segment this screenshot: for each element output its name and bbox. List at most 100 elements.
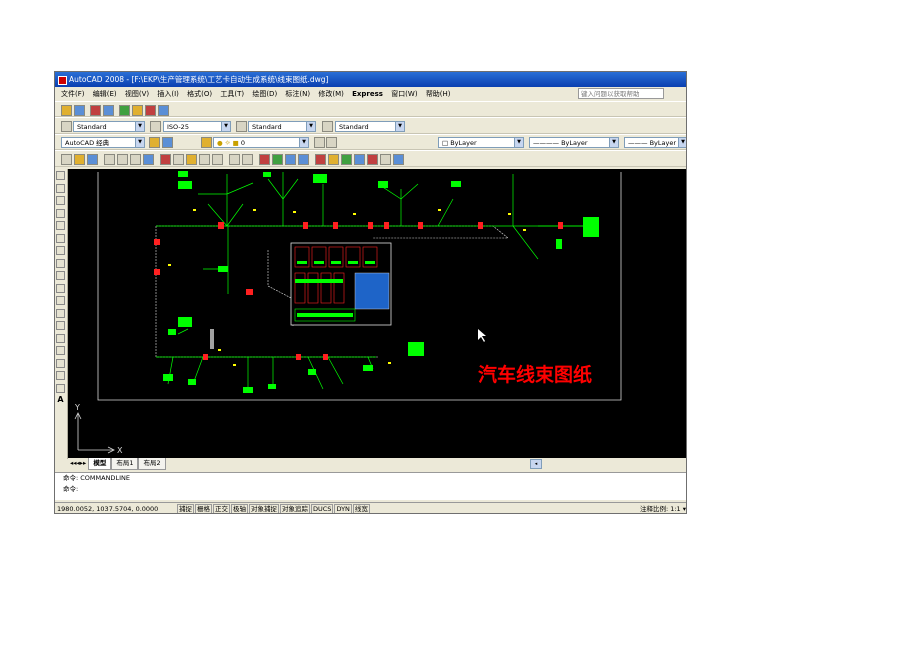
pan-icon[interactable] [259, 154, 270, 165]
paste-icon[interactable] [186, 154, 197, 165]
dim-style-icon[interactable] [150, 121, 161, 132]
point-icon[interactable] [56, 333, 65, 343]
plot-preview-icon[interactable] [117, 154, 128, 165]
toggle-snap[interactable]: 捕捉 [177, 504, 194, 513]
multileader-style-select[interactable]: Standard ▼ [335, 121, 405, 132]
tab-layout1[interactable]: 布局1 [111, 458, 139, 470]
layer-previous-icon[interactable] [326, 137, 337, 148]
publish-icon[interactable] [130, 154, 141, 165]
open-file-icon[interactable] [74, 154, 85, 165]
menu-modify[interactable]: 修改(M) [318, 87, 344, 101]
toggle-lineweight[interactable]: 线宽 [352, 504, 370, 513]
insert-block-icon[interactable] [56, 308, 65, 318]
express-tool-icon[interactable] [74, 105, 85, 116]
menu-dimension[interactable]: 标注(N) [285, 87, 310, 101]
express-tool-icon[interactable] [119, 105, 130, 116]
cut-icon[interactable] [160, 154, 171, 165]
toggle-polar[interactable]: 极轴 [231, 504, 248, 513]
new-file-icon[interactable] [61, 154, 72, 165]
make-block-icon[interactable] [56, 321, 65, 330]
workspace-settings-icon[interactable] [149, 137, 160, 148]
circle-icon[interactable] [56, 246, 65, 255]
region-icon[interactable] [56, 371, 65, 380]
menu-tools[interactable]: 工具(T) [220, 87, 244, 101]
redo-icon[interactable] [242, 154, 253, 165]
save-icon[interactable] [87, 154, 98, 165]
construction-line-icon[interactable] [56, 183, 65, 193]
match-properties-icon[interactable] [199, 154, 210, 165]
line-icon[interactable] [56, 171, 65, 180]
zoom-previous-icon[interactable] [298, 154, 309, 165]
express-tool-icon[interactable] [103, 105, 114, 116]
customize-icon[interactable] [162, 137, 173, 148]
multileader-style-icon[interactable] [322, 121, 333, 132]
drawing-canvas[interactable]: Y X 汽车线束图纸 [68, 169, 686, 460]
markup-icon[interactable] [367, 154, 378, 165]
ellipse-arc-icon[interactable] [56, 296, 65, 305]
command-line-window[interactable]: 命令: COMMANDLINE 命令: [55, 472, 686, 500]
command-prompt[interactable]: 命令: [63, 484, 686, 495]
polyline-icon[interactable] [56, 196, 65, 205]
menu-edit[interactable]: 编辑(E) [93, 87, 117, 101]
quickcalc-icon[interactable] [380, 154, 391, 165]
help-search-input[interactable]: 键入问题以获取帮助 [578, 88, 664, 99]
block-editor-icon[interactable] [212, 154, 223, 165]
hatch-icon[interactable] [56, 346, 65, 355]
menu-format[interactable]: 格式(O) [187, 87, 212, 101]
properties-icon[interactable] [315, 154, 326, 165]
toggle-dyn[interactable]: DYN [334, 504, 352, 513]
tab-model[interactable]: 模型 [88, 458, 112, 470]
rectangle-icon[interactable] [56, 221, 65, 230]
design-center-icon[interactable] [328, 154, 339, 165]
menu-window[interactable]: 窗口(W) [391, 87, 417, 101]
express-tool-icon[interactable] [90, 105, 101, 116]
toggle-grid[interactable]: 栅格 [195, 504, 212, 513]
make-object-layer-current-icon[interactable] [314, 137, 325, 148]
polygon-icon[interactable] [56, 208, 65, 218]
menu-view[interactable]: 视图(V) [125, 87, 149, 101]
menu-file[interactable]: 文件(F) [61, 87, 85, 101]
dim-style-select[interactable]: ISO-25 ▼ [163, 121, 231, 132]
ellipse-icon[interactable] [56, 283, 65, 293]
revision-cloud-icon[interactable] [56, 258, 65, 268]
layer-select[interactable]: ● ☼ ■ 0 ▼ [213, 137, 309, 148]
table-style-icon[interactable] [236, 121, 247, 132]
color-select[interactable]: □ ByLayer ▼ [438, 137, 524, 148]
tab-scroll-arrows-icon[interactable]: ◂◂◂▸▸ [68, 458, 88, 469]
spline-icon[interactable] [56, 271, 65, 280]
3d-dwf-icon[interactable] [143, 154, 154, 165]
arc-icon[interactable] [56, 233, 65, 243]
toggle-ducs[interactable]: DUCS [311, 504, 334, 513]
gradient-icon[interactable] [56, 358, 65, 368]
multiline-text-icon[interactable]: A [56, 396, 65, 405]
copy-icon[interactable] [173, 154, 184, 165]
express-tool-icon[interactable] [61, 105, 72, 116]
menu-help[interactable]: 帮助(H) [426, 87, 451, 101]
lineweight-select[interactable]: ——— ByLayer ▼ [624, 137, 686, 148]
layer-manager-icon[interactable] [201, 137, 212, 148]
horizontal-scroll-left-icon[interactable]: ◂ [530, 459, 542, 469]
text-style-select[interactable]: Standard ▼ [73, 121, 145, 132]
toggle-ortho[interactable]: 正交 [213, 504, 230, 513]
undo-icon[interactable] [229, 154, 240, 165]
linetype-select[interactable]: ———— ByLayer ▼ [529, 137, 619, 148]
workspace-select[interactable]: AutoCAD 经典 ▼ [61, 137, 145, 148]
tool-palettes-icon[interactable] [341, 154, 352, 165]
tab-layout2[interactable]: 布局2 [138, 458, 166, 470]
help-icon[interactable] [393, 154, 404, 165]
express-tool-icon[interactable] [145, 105, 156, 116]
table-style-select[interactable]: Standard ▼ [248, 121, 316, 132]
zoom-realtime-icon[interactable] [272, 154, 283, 165]
zoom-window-icon[interactable] [285, 154, 296, 165]
express-tool-icon[interactable] [132, 105, 143, 116]
sheet-set-icon[interactable] [354, 154, 365, 165]
express-tool-icon[interactable] [158, 105, 169, 116]
menu-insert[interactable]: 插入(I) [157, 87, 179, 101]
cursor-coordinates[interactable]: 1980.0052, 1037.5704, 0.0000 [55, 503, 177, 513]
table-icon[interactable] [56, 383, 65, 393]
annotation-scale[interactable]: 注释比例: 1:1 ▾ [640, 503, 686, 513]
toggle-otrack[interactable]: 对象追踪 [280, 504, 310, 513]
toggle-osnap[interactable]: 对象捕捉 [249, 504, 279, 513]
plot-icon[interactable] [104, 154, 115, 165]
menu-express[interactable]: Express [352, 87, 383, 101]
